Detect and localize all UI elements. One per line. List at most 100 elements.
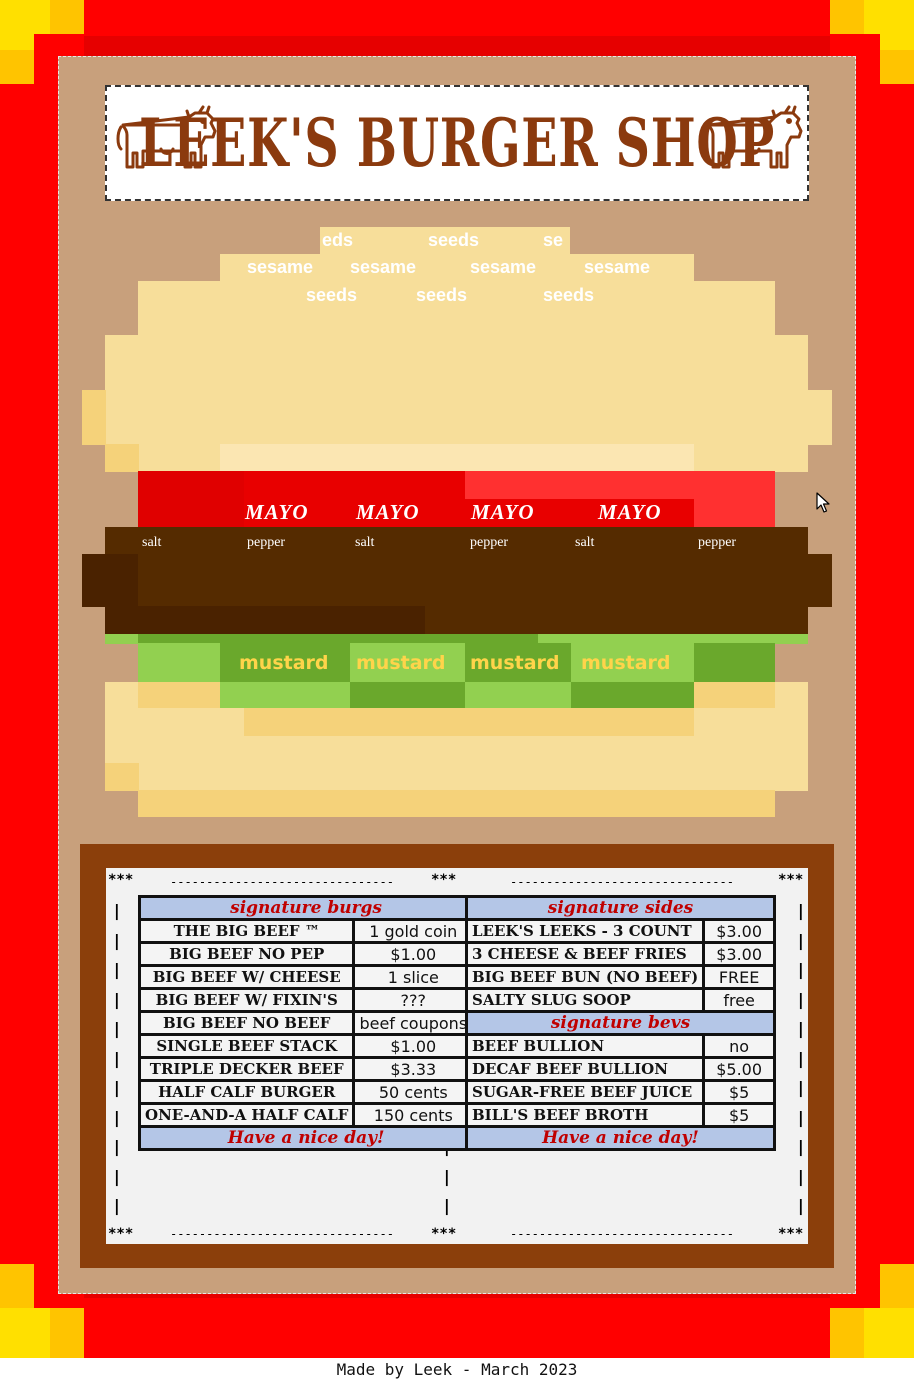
menu-item-name: HALF CALF BURGER	[137, 1079, 356, 1105]
menu-item-name: BIG BEEF W/ CHEESE	[137, 964, 356, 990]
bun-top-row	[105, 335, 808, 391]
menu-item-row: THE BIG BEEF ™ 1 gold coin	[137, 918, 475, 944]
mayo-label: MAYO	[471, 500, 535, 524]
menu-item-price: ???	[352, 987, 475, 1013]
menu-pipe-decor: |	[796, 901, 806, 920]
menu-pipe-decor: |	[796, 960, 806, 979]
menu-pipe-decor: |	[112, 1048, 122, 1068]
bun-shade	[244, 708, 694, 736]
tomato-shade	[138, 471, 244, 528]
menu-item-price: $3.00	[702, 941, 776, 967]
menu-pipe-decor: |	[796, 1078, 806, 1097]
bun-shade	[82, 390, 106, 445]
menu-item-name: SINGLE BEEF STACK	[137, 1033, 356, 1059]
sesame-seed-label: seeds	[543, 285, 595, 305]
menu-item-row: 3 CHEESE & BEEF FRIES $3.00	[464, 941, 776, 967]
mustard-label: mustard	[239, 652, 329, 674]
menu-item-price: 1 slice	[352, 964, 475, 990]
menu-item-row: BIG BEEF W/ CHEESE 1 slice	[137, 964, 475, 990]
menu-item-name: THE BIG BEEF ™	[137, 918, 356, 944]
menu-dash-decor: ----------------------------------	[510, 875, 734, 889]
menu-pipe-decor: |	[442, 1196, 452, 1215]
sesame-seed-label: sesame	[247, 257, 314, 277]
patty-layer	[82, 554, 832, 607]
menu-item-row: TRIPLE DECKER BEEF $3.33	[137, 1056, 475, 1082]
sides-table: signature sides LEEK'S LEEKS - 3 COUNT $3…	[464, 895, 776, 1151]
burgs-table: signature burgs THE BIG BEEF ™ 1 gold coi…	[137, 895, 475, 1151]
burgs-header: signature burgs	[137, 895, 475, 921]
menu-item-price: no	[702, 1033, 776, 1059]
tomato-highlight	[465, 471, 775, 499]
menu-item-row: SUGAR-FREE BEEF JUICE $5	[464, 1079, 776, 1105]
menu-pipe-decor: |	[796, 1137, 806, 1156]
menu-item-row: BIG BEEF W/ FIXIN'S???	[137, 987, 475, 1013]
menu-pipe-decor: |	[112, 989, 122, 1009]
menu-pipe-decor: |	[112, 1137, 122, 1156]
burgs-footer: Have a nice day!	[137, 1125, 475, 1151]
patty-shade	[82, 554, 138, 607]
mustard-label: mustard	[581, 652, 671, 674]
bevs-footer: Have a nice day!	[465, 1125, 776, 1151]
menu-item-name: BEEF BULLION	[464, 1033, 706, 1059]
credit-footer: Made by Leek - March 2023	[336, 1360, 578, 1379]
mouse-cursor-icon	[816, 492, 830, 513]
sesame-seed-label: sesame	[584, 257, 651, 277]
bun-shade	[105, 444, 139, 472]
spice-label: pepper	[247, 535, 286, 550]
menu-item-row: SALTY SLUG SOOP free	[464, 987, 776, 1013]
menu-item-price: free	[702, 987, 776, 1013]
menu-item-row: BILL'S BEEF BROTH $5	[464, 1102, 776, 1128]
menu-item-name: SUGAR-FREE BEEF JUICE	[464, 1079, 706, 1105]
mayo-label: MAYO	[356, 500, 420, 524]
menu-item-name: 3 CHEESE & BEEF FRIES	[464, 941, 706, 967]
menu-item-row: SINGLE BEEF STACK $1.00	[137, 1033, 475, 1059]
menu-item-row: BIG BEEF BUN (NO BEEF) FREE	[464, 964, 776, 990]
bun-highlight	[220, 444, 694, 472]
menu-item-name: TRIPLE DECKER BEEF	[137, 1056, 356, 1082]
menu-item-price: $1.00	[352, 941, 475, 967]
mustard-label: mustard	[470, 652, 560, 674]
menu-item-name: ONE-AND-A HALF CALF	[137, 1102, 356, 1128]
menu-pipe-decor: |	[112, 960, 122, 979]
menu-item-price: 50 cents	[352, 1079, 475, 1105]
sesame-seed-label: seeds	[306, 285, 358, 305]
menu-star-decor: ***	[778, 872, 804, 888]
menu-item-row: BEEF BULLION no	[464, 1033, 776, 1059]
bun-shade	[138, 682, 220, 709]
menu-item-name: DECAF BEEF BULLION	[464, 1056, 706, 1082]
menu-pipe-decor: |	[796, 1166, 806, 1186]
menu-item-row: HALF CALF BURGER 50 cents	[137, 1079, 475, 1105]
spice-label: salt	[142, 535, 162, 550]
menu-item-name: LEEK'S LEEKS - 3 COUNT	[464, 918, 706, 944]
bun-bottom-row	[138, 790, 775, 817]
menu-pipe-decor: |	[796, 930, 806, 950]
sesame-seed-label: eds	[322, 230, 354, 250]
menu-item-price: $5	[702, 1102, 776, 1128]
mustard-label: mustard	[356, 652, 446, 674]
spice-label: pepper	[698, 535, 737, 550]
shop-title: LEEK'S BURGER SHOP	[139, 104, 775, 182]
patty-shade	[105, 606, 425, 635]
spice-label: salt	[355, 535, 375, 550]
lettuce-shade	[571, 682, 694, 709]
menu-item-row: ONE-AND-A HALF CALF 150 cents	[137, 1102, 475, 1128]
bun-shade	[694, 682, 775, 709]
menu-star-decor: ***	[108, 872, 134, 888]
menu-item-price: FREE	[702, 964, 776, 990]
menu-item-row: DECAF BEEF BULLION $5.00	[464, 1056, 776, 1082]
menu-item-name: BILL'S BEEF BROTH	[464, 1102, 706, 1128]
bun-shade	[105, 763, 139, 791]
menu-star-decor: ***	[778, 1226, 804, 1242]
sesame-seed-label: se	[543, 230, 564, 250]
mayo-label: MAYO	[245, 500, 309, 524]
menu-item-row: LEEK'S LEEKS - 3 COUNT $3.00	[464, 918, 776, 944]
menu-pipe-decor: |	[796, 1107, 806, 1127]
menu-pipe-decor: |	[112, 1107, 122, 1127]
cow-icon	[702, 105, 803, 169]
menu-pipe-decor: |	[112, 1078, 122, 1097]
tomato-highlight	[694, 498, 775, 528]
spice-label: pepper	[470, 535, 509, 550]
menu-dash-decor: ----------------------------------	[170, 875, 394, 889]
menu-pipe-decor: |	[112, 1196, 122, 1215]
menu-item-price: 1 gold coin	[352, 918, 475, 944]
